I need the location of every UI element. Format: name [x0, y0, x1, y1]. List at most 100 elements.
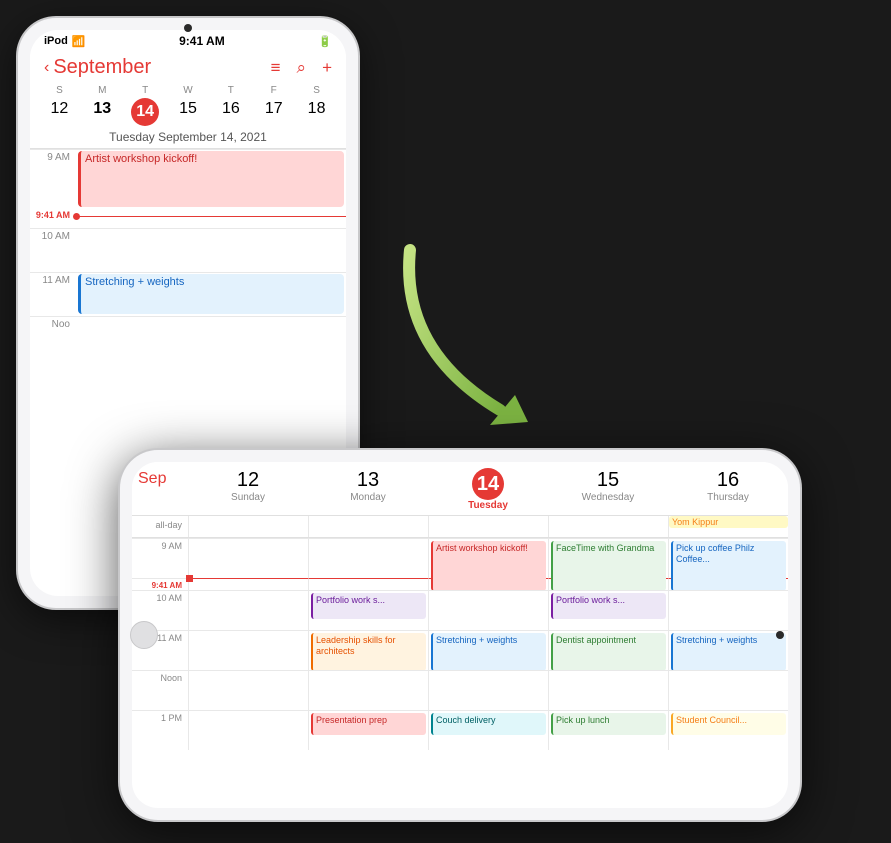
week-day-row: S 12 M 13 T 14 W 15 T 16 F 17	[30, 83, 346, 128]
tl-wed-11am: Dentist appointment	[548, 630, 668, 670]
day-col-mon[interactable]: M 13	[81, 85, 124, 126]
day-col-thu[interactable]: T 16	[209, 85, 252, 126]
day-name-mon: Monday	[310, 492, 426, 503]
day-col-sat[interactable]: S 18	[295, 85, 338, 126]
calendar-header: ‹ September ≡ ⌕ +	[30, 50, 346, 83]
time-row-941: 9:41 AM	[30, 208, 346, 228]
landscape-home-button[interactable]	[130, 621, 158, 649]
landscape-screen: Sep 12 Sunday 13 Monday 14 Tuesday	[132, 462, 788, 808]
tl-label-9am: 9 AM	[132, 538, 188, 578]
date-num-12: 12	[190, 468, 306, 492]
couch-delivery-event[interactable]: Couch delivery	[431, 713, 546, 735]
col-header-wed[interactable]: 15 Wednesday	[548, 462, 668, 515]
time-label-9am: 9 AM	[30, 150, 76, 208]
allday-label: all-day	[132, 516, 188, 537]
tl-mon-9am	[308, 538, 428, 578]
allday-row: all-day Yom Kippur	[132, 516, 788, 538]
tl-thu-1pm: Student Council...	[668, 710, 788, 750]
tl-tue-10am	[428, 590, 548, 630]
day-col-fri[interactable]: F 17	[252, 85, 295, 126]
col-header-mon[interactable]: 13 Monday	[308, 462, 428, 515]
landscape-camera	[776, 631, 784, 639]
arrow-graphic	[380, 230, 580, 450]
tl-thu-noon	[668, 670, 788, 710]
student-council-event[interactable]: Student Council...	[671, 713, 786, 735]
portfolio-work-wed[interactable]: Portfolio work s...	[551, 593, 666, 619]
tl-tue-9am: Artist workshop kickoff!	[428, 538, 548, 578]
allday-tue	[428, 516, 548, 537]
pickup-coffee-event[interactable]: Pick up coffee Philz Coffee...	[671, 541, 786, 591]
tl-thu-10am	[668, 590, 788, 630]
portrait-camera	[184, 24, 192, 32]
tl-941-line-1	[308, 578, 428, 590]
time-row-10am: 10 AM	[30, 228, 346, 272]
tl-mon-1pm: Presentation prep	[308, 710, 428, 750]
header-actions: ≡ ⌕ +	[271, 58, 332, 78]
time-label-noon: Noo	[30, 317, 76, 360]
time-content-noon	[76, 317, 346, 360]
tl-thu-9am: Pick up coffee Philz Coffee...	[668, 538, 788, 578]
battery-icon: 🔋	[318, 35, 332, 48]
dentist-event[interactable]: Dentist appointment	[551, 633, 666, 671]
tl-tue-1pm: Couch delivery	[428, 710, 548, 750]
facetime-grandma-event[interactable]: FaceTime with Grandma	[551, 541, 666, 591]
allday-wed	[548, 516, 668, 537]
list-view-icon[interactable]: ≡	[271, 58, 281, 78]
time-scroll-area[interactable]: 9 AM Artist workshop kickoff! FaceTime w…	[132, 538, 788, 808]
tl-sun-11am	[188, 630, 308, 670]
ipod-landscape: Sep 12 Sunday 13 Monday 14 Tuesday	[120, 450, 800, 820]
tl-mon-10am: Portfolio work s...	[308, 590, 428, 630]
allday-sun	[188, 516, 308, 537]
presentation-prep-event[interactable]: Presentation prep	[311, 713, 426, 735]
day-name-wed: Wednesday	[550, 492, 666, 503]
week-calendar: Sep 12 Sunday 13 Monday 14 Tuesday	[132, 462, 788, 808]
day-col-sun[interactable]: S 12	[38, 85, 81, 126]
day-col-wed[interactable]: W 15	[167, 85, 210, 126]
search-icon[interactable]: ⌕	[297, 58, 307, 78]
ipod-label: iPod	[44, 35, 68, 47]
current-time-line-area	[76, 208, 346, 228]
wifi-icon: 📶	[72, 35, 86, 48]
yom-kippur-event[interactable]: Yom Kippur	[669, 516, 788, 528]
pickup-lunch-event[interactable]: Pick up lunch	[551, 713, 666, 735]
tl-sun-10am	[188, 590, 308, 630]
tl-wed-noon	[548, 670, 668, 710]
time-content-10am	[76, 229, 346, 272]
time-label-11am: 11 AM	[30, 273, 76, 316]
tl-tue-11am: Stretching + weights	[428, 630, 548, 670]
status-right: 🔋	[318, 35, 332, 48]
status-left: iPod 📶	[44, 35, 86, 48]
artist-workshop-landscape[interactable]: Artist workshop kickoff!	[431, 541, 546, 591]
stretching-weights-tue[interactable]: Stretching + weights	[431, 633, 546, 671]
tl-mon-noon	[308, 670, 428, 710]
time-row-9am: 9 AM Artist workshop kickoff!	[30, 149, 346, 208]
date-num-16: 16	[670, 468, 786, 492]
time-grid-portrait[interactable]: 9 AM Artist workshop kickoff! 9:41 AM	[30, 149, 346, 360]
tl-thu-11am: Stretching + weights	[668, 630, 788, 670]
col-header-sun[interactable]: 12 Sunday	[188, 462, 308, 515]
tl-wed-9am: FaceTime with Grandma	[548, 538, 668, 578]
landscape-time-grid: 9 AM Artist workshop kickoff! FaceTime w…	[132, 538, 788, 750]
col-header-tue[interactable]: 14 Tuesday	[428, 462, 548, 515]
stretching-weights-thu[interactable]: Stretching + weights	[671, 633, 786, 671]
week-header-row: Sep 12 Sunday 13 Monday 14 Tuesday	[132, 462, 788, 516]
artist-workshop-event[interactable]: Artist workshop kickoff!	[78, 151, 344, 207]
tl-label-noon: Noon	[132, 670, 188, 710]
arrow-svg	[380, 230, 580, 450]
stretching-weights-event[interactable]: Stretching + weights	[78, 274, 344, 314]
current-time-label: 9:41 AM	[30, 208, 76, 228]
time-content-9am: Artist workshop kickoff!	[76, 150, 346, 208]
day-col-tue[interactable]: T 14	[124, 85, 167, 126]
month-navigation[interactable]: ‹ September	[44, 56, 151, 79]
add-event-icon[interactable]: +	[322, 58, 332, 78]
tl-wed-1pm: Pick up lunch	[548, 710, 668, 750]
back-chevron-icon[interactable]: ‹	[44, 59, 49, 77]
col-header-thu[interactable]: 16 Thursday	[668, 462, 788, 515]
leadership-skills-event[interactable]: Leadership skills for architects	[311, 633, 426, 671]
status-time: 9:41 AM	[179, 34, 225, 48]
tl-mon-11am: Leadership skills for architects	[308, 630, 428, 670]
allday-thu: Yom Kippur	[668, 516, 788, 537]
portfolio-work-mon[interactable]: Portfolio work s...	[311, 593, 426, 619]
date-num-14: 14	[472, 468, 504, 500]
time-content-11am: Stretching + weights	[76, 273, 346, 316]
